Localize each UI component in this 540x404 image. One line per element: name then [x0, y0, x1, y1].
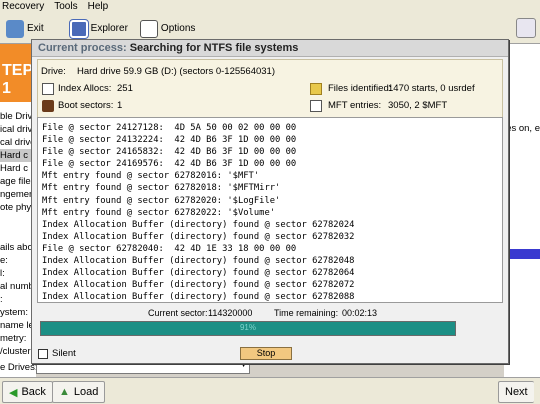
exit-label: Exit: [27, 23, 44, 34]
right-pane-text: es on, e: [506, 123, 540, 134]
back-label: Back: [21, 386, 46, 398]
exit-icon: [6, 19, 24, 38]
mft-entries-label: MFT entries:: [328, 100, 382, 111]
load-button[interactable]: ▲ Load: [52, 381, 106, 403]
explorer-icon: [68, 18, 89, 39]
log-line: Mft entry found @ sector 62782020: '$Log…: [42, 195, 281, 206]
back-arrow-icon: ◀: [9, 386, 18, 399]
next-button[interactable]: Next: [498, 381, 534, 403]
dialog-title: Current process: Searching for NTFS file…: [32, 40, 508, 57]
bottom-bar: ◀ Back ▲ Load Next: [0, 377, 540, 404]
boot-sectors-label: Boot sectors:: [58, 100, 114, 111]
index-allocs-label: Index Allocs:: [58, 83, 112, 94]
log-line: Index Allocation Buffer (directory) foun…: [42, 219, 355, 230]
log-line: Index Allocation Buffer (directory) foun…: [42, 231, 355, 242]
back-button[interactable]: ◀ Back: [2, 381, 53, 403]
options-button[interactable]: Options: [136, 17, 199, 41]
log-line: Index Allocation Buffer (directory) foun…: [42, 256, 355, 267]
right-pane-bar: [506, 249, 540, 259]
menu-help[interactable]: Help: [88, 0, 109, 14]
index-icon: [42, 83, 54, 95]
log-line: Index Allocation Buffer (directory) foun…: [42, 280, 355, 291]
mft-icon: [310, 100, 322, 112]
boot-sectors-value: 1: [117, 100, 123, 111]
files-identified-label: Files identified:: [328, 83, 392, 94]
dialog-title-text: Searching for NTFS file systems: [129, 42, 299, 54]
checklist-icon: [139, 19, 158, 38]
menu-bar: Recovery Tools Help: [0, 0, 540, 14]
explorer-button[interactable]: Explorer: [66, 17, 132, 41]
gear-icon[interactable]: [516, 18, 536, 38]
menu-recovery[interactable]: Recovery: [2, 0, 44, 14]
log-output[interactable]: File @ sector 24127128: 4D 5A 50 00 02 0…: [37, 117, 503, 303]
current-sector-value: 114320000: [208, 308, 253, 318]
current-sector-label: Current sector:: [148, 308, 208, 318]
log-line: Index Allocation Buffer (directory) foun…: [42, 268, 355, 279]
time-remaining-label: Time remaining:: [274, 308, 339, 318]
log-line: Mft entry found @ sector 62782018: '$MFT…: [42, 183, 281, 194]
log-line: Mft entry found @ sector 62782022: '$Vol…: [42, 207, 276, 218]
next-label: Next: [505, 386, 528, 398]
log-line: File @ sector 62782040: 42 4D 1E 33 18 0…: [42, 243, 297, 254]
progress-dialog: Current process: Searching for NTFS file…: [31, 39, 509, 364]
silent-option[interactable]: Silent: [38, 348, 76, 359]
mft-entries-value: 3050, 2 $MFT: [388, 100, 448, 111]
silent-checkbox[interactable]: [38, 348, 48, 359]
log-line: File @ sector 24127128: 4D 5A 50 00 02 0…: [42, 123, 297, 133]
folder-icon: [310, 83, 322, 95]
progress-text: 91%: [239, 323, 256, 332]
log-line: File @ sector 24169576: 42 4D B6 3F 1D 0…: [42, 159, 297, 170]
drive-label: Drive:: [41, 66, 66, 77]
log-line: Mft entry found @ sector 62782016: '$MFT…: [42, 171, 260, 182]
index-allocs-value: 251: [117, 83, 133, 94]
time-remaining-value: 00:02:13: [342, 308, 378, 318]
options-label: Options: [160, 23, 196, 34]
log-line: File @ sector 24165832: 42 4D B6 3F 1D 0…: [42, 147, 297, 158]
boot-icon: [42, 100, 54, 112]
log-line: File @ sector 24132224: 42 4D B6 3F 1D 0…: [42, 135, 297, 146]
log-line: Index Allocation Buffer (directory) foun…: [42, 292, 355, 303]
dialog-title-prefix: Current process:: [38, 42, 127, 54]
drive-value: Hard drive 59.9 GB (D:) (sectors 0-12556…: [77, 66, 276, 77]
silent-label: Silent: [52, 348, 76, 359]
load-icon: ▲: [59, 386, 70, 398]
load-label: Load: [73, 386, 99, 398]
stop-button[interactable]: Stop: [240, 347, 292, 360]
progress-bar: 91%: [40, 321, 456, 336]
files-identified-value: 1470 starts, 0 usrdef: [388, 83, 475, 94]
exit-button[interactable]: Exit: [2, 17, 48, 41]
right-pane: es on, e: [504, 44, 540, 377]
explorer-label: Explorer: [90, 23, 128, 34]
menu-tools[interactable]: Tools: [54, 0, 77, 14]
